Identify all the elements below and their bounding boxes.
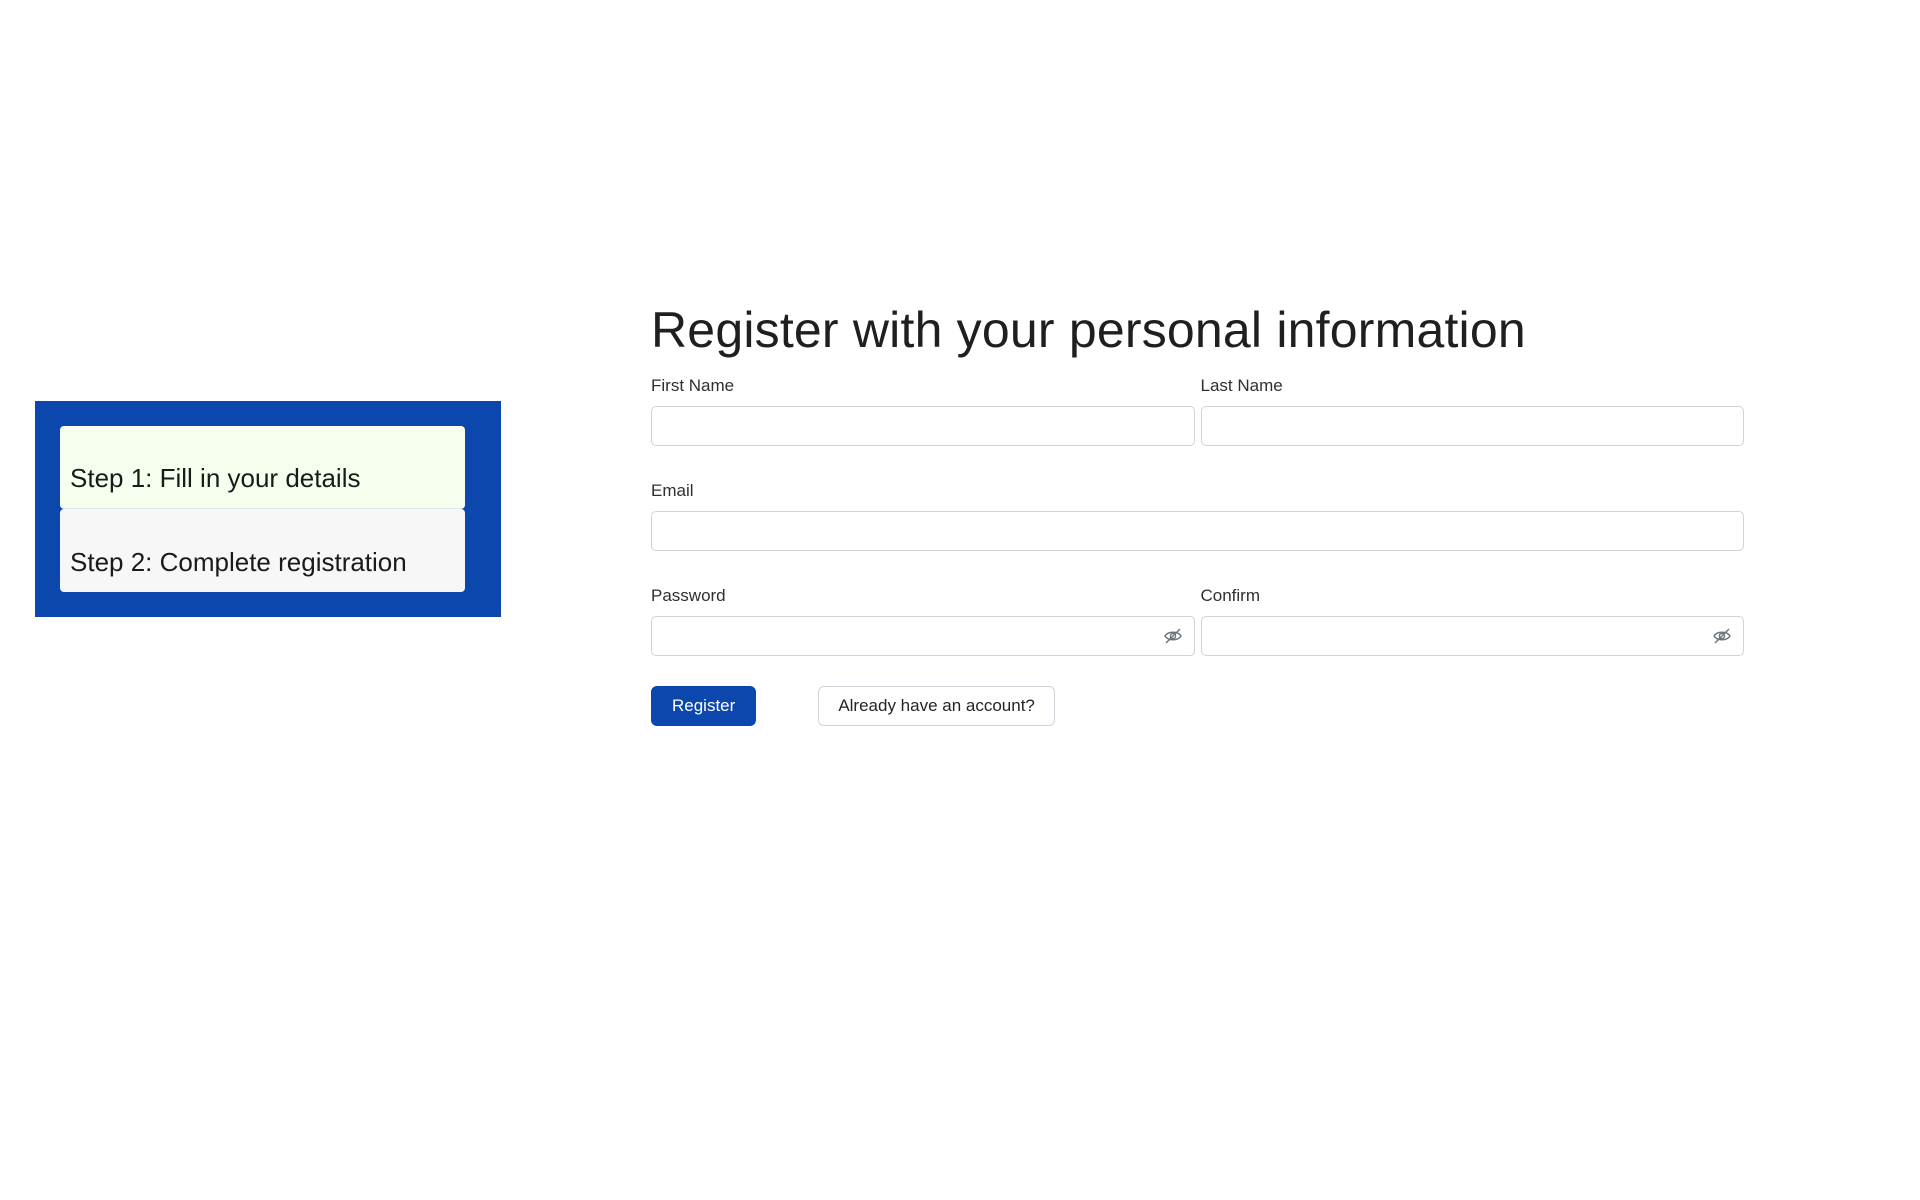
page: Step 1: Fill in your details Step 2: Com… — [0, 0, 1920, 1200]
step-2[interactable]: Step 2: Complete registration — [60, 509, 465, 592]
password-field: Password — [651, 584, 1195, 656]
last-name-input-wrap — [1200, 406, 1744, 446]
password-row: Password Confirm — [651, 584, 1744, 656]
step-1-label: Step 1: Fill in your details — [70, 463, 361, 493]
email-row: Email — [651, 479, 1744, 551]
email-label: Email — [651, 481, 694, 500]
last-name-input[interactable] — [1200, 406, 1744, 446]
name-row: First Name Last Name — [651, 374, 1744, 446]
steps-panel: Step 1: Fill in your details Step 2: Com… — [35, 401, 501, 617]
form-actions: Register Already have an account? — [651, 686, 1744, 726]
confirm-input-wrap — [1200, 616, 1744, 656]
password-input-wrap — [651, 616, 1195, 656]
password-label: Password — [651, 586, 726, 605]
confirm-label: Confirm — [1200, 586, 1261, 605]
email-input-wrap — [651, 511, 1744, 551]
first-name-field: First Name — [651, 374, 1195, 446]
eye-slash-icon[interactable] — [1712, 626, 1732, 646]
registration-form: Register with your personal information … — [651, 300, 1744, 726]
last-name-label: Last Name — [1200, 376, 1283, 395]
step-1[interactable]: Step 1: Fill in your details — [60, 426, 465, 509]
register-button[interactable]: Register — [651, 686, 757, 726]
email-input[interactable] — [651, 511, 1744, 551]
eye-slash-icon[interactable] — [1163, 626, 1183, 646]
step-2-label: Step 2: Complete registration — [70, 547, 407, 577]
first-name-input[interactable] — [651, 406, 1195, 446]
first-name-input-wrap — [651, 406, 1195, 446]
login-link-button[interactable]: Already have an account? — [818, 686, 1055, 726]
confirm-field: Confirm — [1200, 584, 1744, 656]
email-field: Email — [651, 479, 1744, 551]
last-name-field: Last Name — [1200, 374, 1744, 446]
confirm-password-input[interactable] — [1200, 616, 1744, 656]
page-title: Register with your personal information — [651, 302, 1526, 358]
first-name-label: First Name — [651, 376, 735, 395]
password-input[interactable] — [651, 616, 1195, 656]
